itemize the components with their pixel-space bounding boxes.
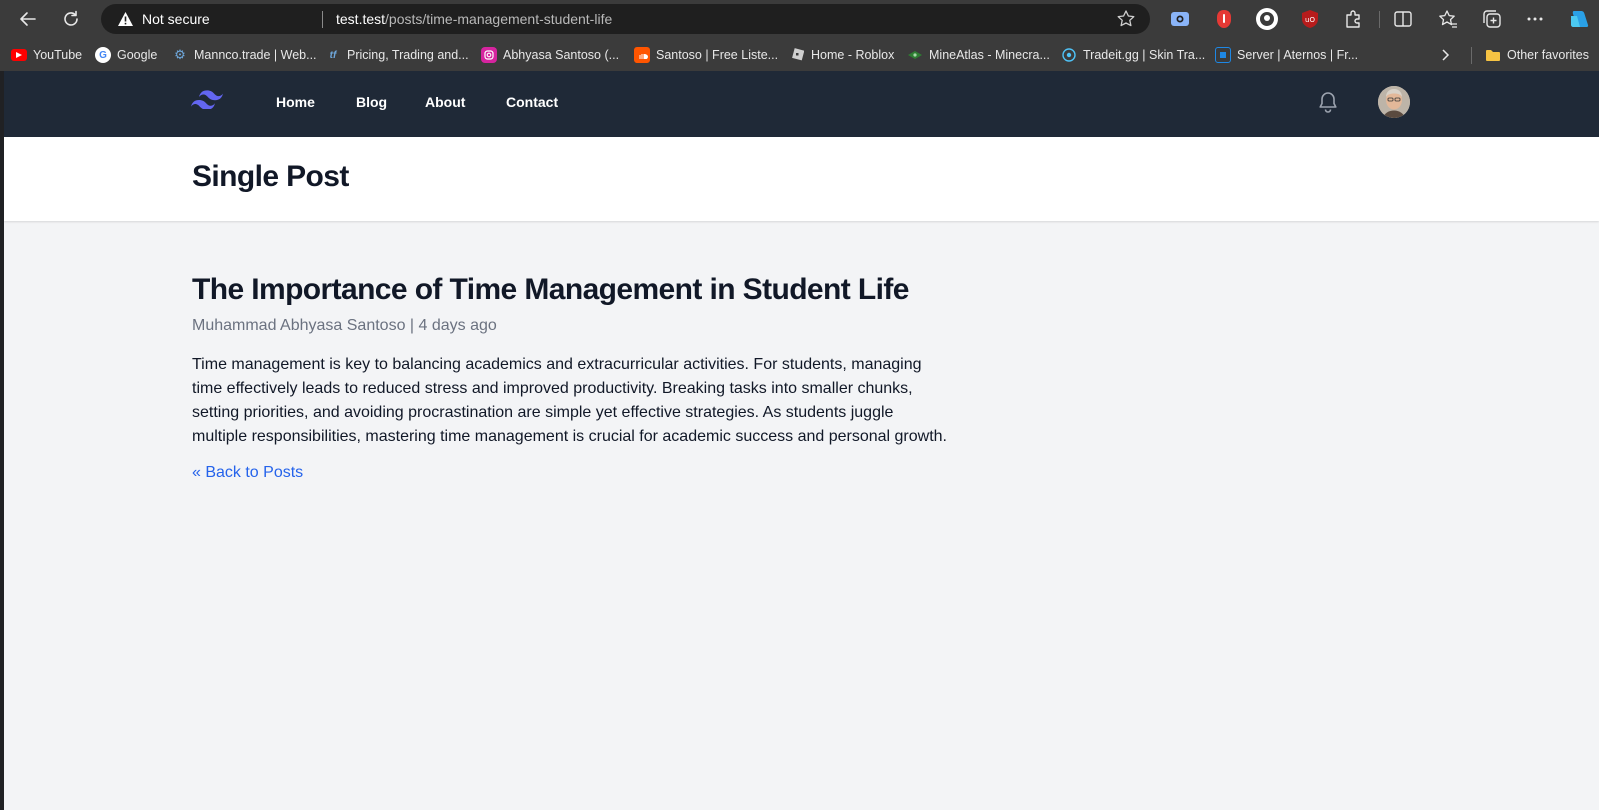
warning-icon: [117, 11, 134, 32]
more-options-icon[interactable]: [1523, 7, 1547, 31]
mineatlas-icon: [907, 47, 923, 63]
bookmark-label: Server | Aternos | Fr...: [1237, 48, 1359, 62]
bookmark-google[interactable]: G Google: [95, 46, 157, 64]
bookmark-mannco[interactable]: ⚙ Mannco.trade | Web...: [172, 46, 317, 64]
nav-link-contact[interactable]: Contact: [506, 94, 558, 110]
bookmark-label: YouTube: [33, 48, 83, 62]
post-body: Time management is key to balancing acad…: [192, 356, 947, 445]
bookmark-label: MineAtlas - Minecra...: [929, 48, 1050, 62]
bookmark-label: Other favorites: [1507, 48, 1589, 62]
site-navbar: Home Blog About Contact: [4, 71, 1599, 137]
bookmark-label: Santoso | Free Liste...: [656, 48, 779, 62]
bookmark-label: Tradeit.gg | Skin Tra...: [1083, 48, 1206, 62]
bookmark-youtube[interactable]: YouTube: [11, 46, 82, 64]
collections-icon[interactable]: [1480, 7, 1504, 31]
post-meta: Muhammad Abhyasa Santoso | 4 days ago: [192, 317, 952, 335]
bookmark-label: Google: [117, 48, 158, 62]
page-viewport: Home Blog About Contact Single Post The …: [4, 71, 1599, 810]
bookmark-instagram[interactable]: Abhyasa Santoso (...: [481, 46, 619, 64]
post-title: The Importance of Time Management in Stu…: [192, 273, 909, 306]
back-to-posts-link[interactable]: « Back to Posts: [192, 464, 303, 482]
bookmarks-divider: [1471, 47, 1472, 64]
aternos-icon: [1215, 47, 1231, 63]
back-arrow-icon[interactable]: [13, 4, 43, 34]
favorites-icon[interactable]: [1436, 7, 1460, 31]
copilot-icon[interactable]: [1567, 7, 1591, 31]
bookmark-other-favorites[interactable]: Other favorites: [1485, 46, 1589, 64]
svg-text:uO: uO: [1305, 16, 1315, 24]
refresh-icon[interactable]: [56, 4, 86, 34]
bookmark-label: Abhyasa Santoso (...: [503, 48, 620, 62]
bookmark-pricing[interactable]: tf Pricing, Trading and...: [325, 46, 469, 64]
mannco-icon: ⚙: [174, 47, 186, 62]
split-screen-icon[interactable]: [1391, 7, 1415, 31]
nav-link-about[interactable]: About: [425, 94, 465, 110]
tradeit-icon: [1061, 47, 1077, 63]
notification-bell-icon[interactable]: [1318, 91, 1338, 118]
nav-link-blog[interactable]: Blog: [356, 94, 387, 110]
folder-icon: [1485, 47, 1501, 63]
nav-link-home[interactable]: Home: [276, 94, 315, 110]
post-date: 4 days ago: [418, 317, 497, 334]
bookmarks-overflow-chevron-icon[interactable]: [1441, 46, 1451, 64]
extensions-puzzle-icon[interactable]: [1341, 7, 1365, 31]
user-avatar[interactable]: [1378, 86, 1410, 118]
bookmark-mineatlas[interactable]: MineAtlas - Minecra...: [907, 46, 1050, 64]
bookmark-tradeit[interactable]: Tradeit.gg | Skin Tra...: [1061, 46, 1205, 64]
browser-toolbar: Not secure test.test/posts/time-manageme…: [0, 0, 1599, 38]
tailwind-logo-icon[interactable]: [191, 89, 223, 114]
roblox-icon: [789, 47, 805, 63]
instagram-icon: [481, 47, 497, 63]
bookmarks-bar: YouTube G Google ⚙ Mannco.trade | Web...…: [0, 38, 1599, 71]
page-title: Single Post: [192, 160, 349, 193]
bookmark-roblox[interactable]: Home - Roblox: [789, 46, 894, 64]
youtube-icon: [11, 49, 27, 61]
post-article: The Importance of Time Management in Stu…: [192, 271, 952, 482]
address-bar[interactable]: Not secure test.test/posts/time-manageme…: [101, 4, 1150, 34]
github-extension-icon[interactable]: [1255, 7, 1279, 31]
tf-icon: tf: [329, 49, 337, 61]
bookmark-aternos[interactable]: Server | Aternos | Fr...: [1215, 46, 1358, 64]
page-header: Single Post: [4, 137, 1599, 221]
google-icon: G: [95, 47, 111, 63]
bookmark-label: Pricing, Trading and...: [347, 48, 469, 62]
security-label[interactable]: Not secure: [142, 11, 210, 27]
bookmark-label: Home - Roblox: [811, 48, 895, 62]
bookmark-label: Mannco.trade | Web...: [194, 48, 317, 62]
ublock-icon[interactable]: uO: [1298, 7, 1322, 31]
star-icon[interactable]: [1116, 9, 1136, 34]
post-author[interactable]: Muhammad Abhyasa Santoso: [192, 317, 405, 334]
url-text[interactable]: test.test/posts/time-management-student-…: [336, 11, 612, 27]
bookmark-soundcloud[interactable]: Santoso | Free Liste...: [634, 46, 778, 64]
toolbar-divider: [1379, 11, 1380, 28]
meta-separator: |: [409, 317, 415, 334]
screen-capture-icon[interactable]: [1168, 7, 1192, 31]
hand-stop-icon[interactable]: [1212, 7, 1236, 31]
address-divider: [322, 11, 323, 28]
soundcloud-icon: [634, 47, 650, 63]
